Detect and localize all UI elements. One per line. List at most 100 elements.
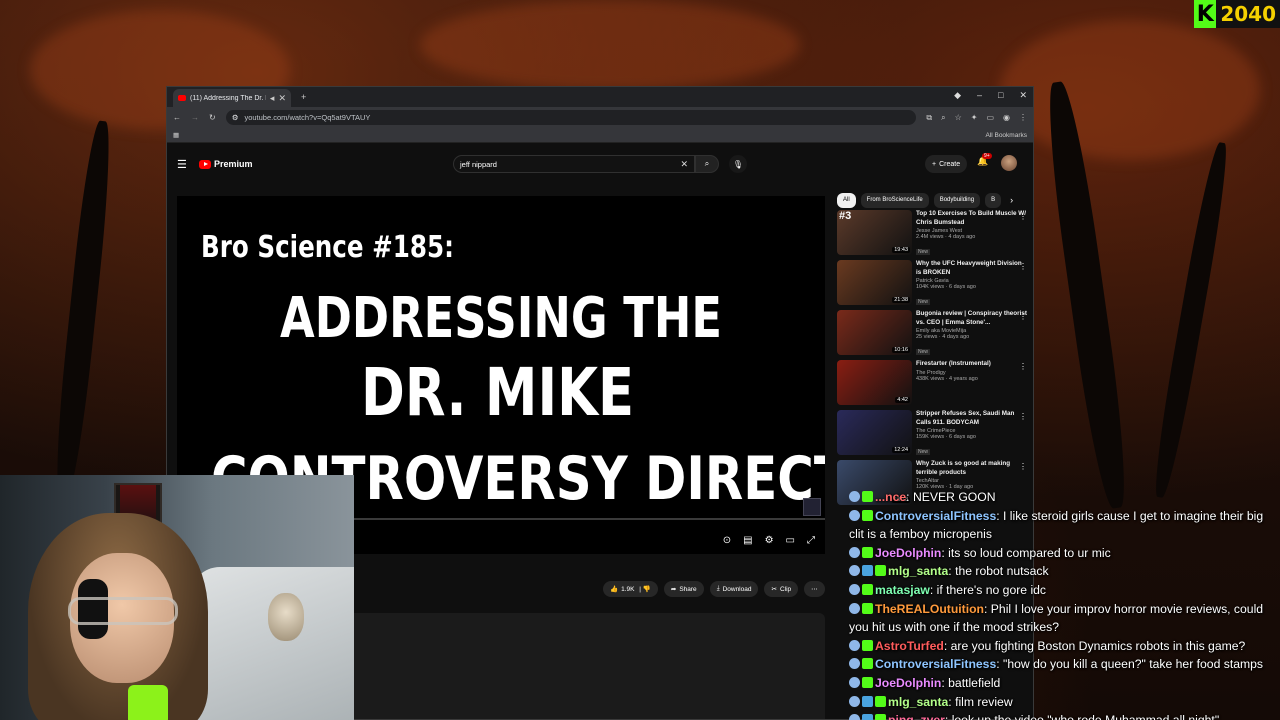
extensions-icon[interactable]: ✦: [971, 113, 978, 123]
video-title[interactable]: Stripper Refuses Sex, Saudi Man Calls 91…: [916, 410, 1027, 427]
minimize-icon[interactable]: –: [977, 90, 982, 101]
chip-bodybuilding[interactable]: Bodybuilding: [933, 192, 981, 208]
profile-icon[interactable]: ◉: [1003, 113, 1010, 123]
chat-username[interactable]: ...nce: [875, 490, 906, 504]
chat-message: JoeDolphin: battlefield: [840, 674, 1280, 693]
video-meta: Stripper Refuses Sex, Saudi Man Calls 91…: [916, 410, 1027, 459]
clear-search-icon[interactable]: ✕: [680, 159, 688, 170]
recommendation-item[interactable]: 4:42 Firestarter (Instrumental) The Prod…: [837, 360, 1027, 409]
youtube-play-icon: [199, 159, 211, 169]
fullscreen-icon[interactable]: ⤢: [807, 535, 815, 546]
search-button[interactable]: ⌕: [695, 155, 719, 173]
chat-username[interactable]: ControversialFitness: [875, 657, 996, 671]
like-button[interactable]: 👍 1.9K | 👎: [603, 581, 658, 597]
captions-icon[interactable]: ▤: [743, 535, 752, 546]
new-badge: New: [916, 299, 931, 305]
download-icon: ⤓: [716, 585, 720, 592]
chat-badge-icon: [849, 695, 860, 707]
chat-username[interactable]: AstroTurfed: [875, 639, 944, 653]
video-title[interactable]: Bugonia review | Conspiracy theorist vs.…: [916, 310, 1027, 327]
video-title[interactable]: Why Zuck is so good at making terrible p…: [916, 460, 1027, 477]
chat-badge-icon: [862, 695, 873, 707]
video-thumbnail[interactable]: 10:16: [837, 310, 912, 355]
more-options-icon[interactable]: ⋮: [1019, 212, 1027, 221]
forward-icon[interactable]: →: [191, 113, 199, 122]
youtube-logo[interactable]: Premium: [199, 159, 253, 169]
chat-badge-icon: [862, 565, 873, 577]
more-options-icon[interactable]: ⋮: [1019, 412, 1027, 421]
recommendation-item[interactable]: 21:38 Why the UFC Heavyweight Division i…: [837, 260, 1027, 309]
settings-gear-icon[interactable]: ⚙: [765, 535, 774, 546]
new-tab-icon[interactable]: +: [301, 92, 306, 102]
chat-message: mlg_santa: the robot nutsack: [840, 562, 1280, 581]
more-options-icon[interactable]: ⋮: [1019, 312, 1027, 321]
chat-username[interactable]: JoeDolphin: [875, 546, 941, 560]
chip-all[interactable]: All: [837, 192, 856, 208]
video-thumbnail[interactable]: #3 19:43: [837, 210, 912, 255]
all-bookmarks-button[interactable]: All Bookmarks: [985, 132, 1027, 139]
reload-icon[interactable]: ↻: [209, 113, 216, 122]
sidepanel-icon[interactable]: ▭: [986, 113, 994, 123]
video-title[interactable]: Firestarter (Instrumental): [916, 360, 1027, 369]
share-button[interactable]: ➦ Share: [663, 581, 704, 597]
chat-username[interactable]: ControversialFitness: [875, 509, 996, 523]
chip-more[interactable]: B: [985, 192, 1002, 208]
chat-username[interactable]: TheREALOutuition: [875, 602, 984, 616]
avatar[interactable]: [1001, 155, 1017, 171]
thumbs-down-icon[interactable]: | 👎: [637, 585, 651, 593]
more-options-icon[interactable]: ⋮: [1019, 362, 1027, 371]
chat-badge-icon: [862, 714, 873, 720]
video-thumbnail[interactable]: 21:38: [837, 260, 912, 305]
recommendation-item[interactable]: #3 19:43 Top 10 Exercises To Build Muscl…: [837, 210, 1027, 259]
more-options-icon[interactable]: ⋮: [1019, 462, 1027, 471]
notifications-button[interactable]: 🔔 9+: [977, 153, 992, 167]
chevron-right-icon[interactable]: ›: [1010, 195, 1013, 205]
channel-watermark[interactable]: [803, 498, 821, 516]
install-icon[interactable]: ⧉: [926, 113, 932, 123]
address-bar[interactable]: ⚙ youtube.com/watch?v=Qq5at9VTAUY: [225, 110, 917, 125]
video-title[interactable]: Top 10 Exercises To Build Muscle W/ Chri…: [916, 210, 1027, 227]
search-input[interactable]: jeff nippard ✕: [453, 155, 695, 173]
theater-mode-icon[interactable]: ▭: [786, 535, 795, 546]
video-text-line1: Bro Science #185:: [201, 230, 454, 265]
duration-badge: 4:42: [895, 397, 910, 403]
chat-username[interactable]: mlg_santa: [888, 564, 948, 578]
tree-trunk: [1148, 140, 1234, 500]
back-icon[interactable]: ←: [173, 113, 181, 122]
chat-badge-icon: [849, 583, 860, 595]
tab-youtube[interactable]: (11) Addressing The Dr. Mi ◂ ✕: [173, 89, 291, 107]
hamburger-icon[interactable]: ☰: [177, 158, 193, 171]
autoplay-toggle-icon[interactable]: ⊙: [723, 535, 731, 546]
video-title[interactable]: Why the UFC Heavyweight Division is BROK…: [916, 260, 1027, 277]
chat-username[interactable]: JoeDolphin: [875, 676, 941, 690]
more-actions-button[interactable]: ⋯: [804, 581, 825, 597]
view-count: 104K views · 6 days ago: [916, 284, 976, 290]
speaker-icon[interactable]: ◂: [270, 93, 275, 104]
video-thumbnail[interactable]: 4:42: [837, 360, 912, 405]
view-count: 25 views · 4 days ago: [916, 334, 970, 340]
chat-username[interactable]: ping_zver: [888, 713, 945, 720]
clip-button[interactable]: ✂ Clip: [764, 581, 799, 597]
chat-username[interactable]: matasjaw: [875, 583, 930, 597]
recommendation-item[interactable]: 12:24 Stripper Refuses Sex, Saudi Man Ca…: [837, 410, 1027, 459]
zoom-icon[interactable]: ⌕: [941, 113, 945, 123]
chat-message: mlg_santa: film review: [840, 693, 1280, 712]
close-tab-icon[interactable]: ✕: [278, 93, 286, 104]
chat-username[interactable]: mlg_santa: [888, 695, 948, 709]
maximize-icon[interactable]: □: [998, 90, 1003, 101]
chat-overlay: ...nce: NEVER GOON ControversialFitness: …: [840, 488, 1280, 720]
create-button[interactable]: + Create: [925, 155, 968, 173]
apps-icon[interactable]: ▦: [173, 131, 179, 139]
voice-search-button[interactable]: 🎙: [729, 155, 747, 173]
download-button[interactable]: ⤓ Download: [709, 581, 759, 597]
close-window-icon[interactable]: ✕: [1019, 90, 1027, 101]
video-thumbnail[interactable]: 12:24: [837, 410, 912, 455]
chip-from-channel[interactable]: From BroScienceLife: [860, 192, 929, 208]
more-options-icon[interactable]: ⋮: [1019, 262, 1027, 271]
site-info-icon[interactable]: ⚙: [232, 113, 239, 122]
chat-badge-icon: [849, 639, 860, 651]
star-icon[interactable]: ☆: [955, 113, 962, 123]
menu-icon[interactable]: ⋮: [1019, 113, 1027, 123]
recommendation-item[interactable]: 10:16 Bugonia review | Conspiracy theori…: [837, 310, 1027, 359]
extension-icon[interactable]: ◆: [954, 90, 961, 101]
